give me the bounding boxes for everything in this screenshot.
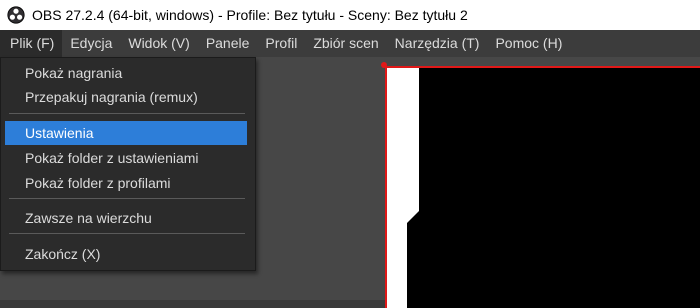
menu-file[interactable]: Plik (F) (0, 30, 63, 57)
obs-logo-icon (7, 6, 25, 24)
menu-scene-collection[interactable]: Zbiór scen (305, 30, 386, 57)
preview-canvas[interactable] (385, 66, 700, 308)
menu-edit[interactable]: Edycja (62, 30, 120, 57)
window-titlebar: OBS 27.2.4 (64-bit, windows) - Profile: … (0, 0, 700, 30)
menu-help[interactable]: Pomoc (H) (487, 30, 570, 57)
menu-profile[interactable]: Profil (257, 30, 305, 57)
window-title: OBS 27.2.4 (64-bit, windows) - Profile: … (32, 7, 468, 23)
menu-view[interactable]: Widok (V) (120, 30, 197, 57)
preview-source (407, 68, 700, 308)
menu-item-always-on-top[interactable]: Zawsze na wierzchu (5, 206, 247, 230)
menu-docks[interactable]: Panele (198, 30, 258, 57)
menu-item-settings[interactable]: Ustawienia (5, 121, 247, 145)
menu-separator (9, 198, 245, 199)
menu-item-exit[interactable]: Zakończ (X) (5, 242, 247, 266)
transform-handle[interactable] (381, 62, 387, 68)
menu-bar: Plik (F) Edycja Widok (V) Panele Profil … (0, 30, 700, 57)
menu-separator (9, 113, 245, 114)
file-menu-dropdown: Pokaż nagrania Przepakuj nagrania (remux… (0, 57, 256, 271)
menu-item-show-recordings[interactable]: Pokaż nagrania (5, 61, 247, 85)
menu-item-show-settings-folder[interactable]: Pokaż folder z ustawieniami (5, 146, 247, 170)
menu-tools[interactable]: Narzędzia (T) (387, 30, 488, 57)
menu-item-remux-recordings[interactable]: Przepakuj nagrania (remux) (5, 85, 247, 109)
menu-separator (9, 233, 245, 234)
menu-item-show-profile-folder[interactable]: Pokaż folder z profilami (5, 171, 247, 195)
